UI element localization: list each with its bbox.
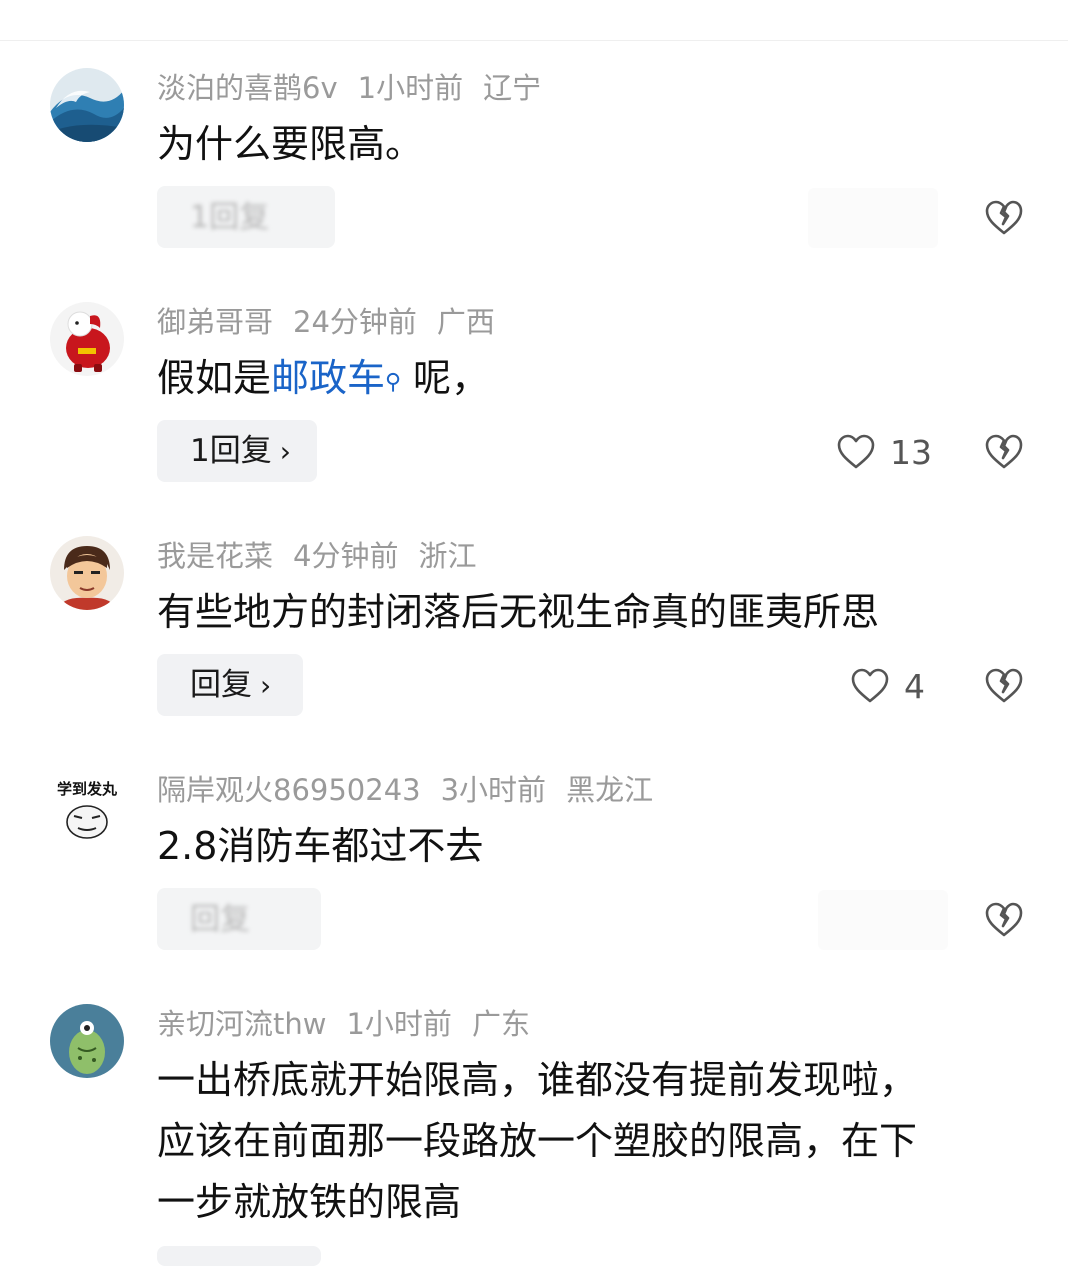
- topic-link[interactable]: 邮政车: [271, 356, 385, 400]
- region: 辽宁: [483, 71, 542, 105]
- reply-label: 1回复: [190, 433, 272, 469]
- dislike-button[interactable]: [984, 900, 1024, 940]
- like-button[interactable]: 4: [850, 661, 925, 711]
- like-button[interactable]: 13: [836, 427, 932, 477]
- comment-text-line: 一步就放铁的限高: [157, 1180, 462, 1224]
- avatar[interactable]: [50, 536, 124, 610]
- broken-heart-icon: [985, 200, 1023, 235]
- username[interactable]: 隔岸观火86950243: [157, 773, 421, 807]
- timestamp: 3小时前: [440, 773, 547, 807]
- heart-outline-icon: [851, 668, 889, 703]
- comment-text: 有些地方的封闭落后无视生命真的匪夷所思: [157, 590, 880, 634]
- like-count: 4: [904, 666, 925, 706]
- comment-meta: 亲切河流thw 1小时前 广东: [157, 1004, 550, 1044]
- heart-outline-icon: [837, 434, 875, 469]
- broken-heart-icon: [985, 902, 1023, 937]
- reply-label: 回复: [190, 902, 250, 937]
- region: 广西: [436, 305, 495, 339]
- avatar[interactable]: [50, 1004, 124, 1078]
- comment-text: 为什么要限高。: [157, 122, 424, 166]
- comment-meta: 淡泊的喜鹊6v 1小时前 辽宁: [157, 68, 561, 108]
- avatar[interactable]: 学到发丸: [50, 770, 124, 844]
- broken-heart-icon: [985, 434, 1023, 469]
- comment-text: 2.8消防车都过不去: [157, 824, 484, 868]
- text-segment: 呢，: [413, 356, 490, 400]
- hidden-like-area: [808, 188, 938, 248]
- avatar[interactable]: [50, 302, 124, 376]
- timestamp: 1小时前: [357, 71, 464, 105]
- reply-button[interactable]: 回复: [157, 888, 321, 950]
- timestamp: 1小时前: [346, 1007, 452, 1041]
- reply-button[interactable]: [157, 1246, 321, 1266]
- hidden-like-area: [818, 890, 948, 950]
- username[interactable]: 我是花菜: [157, 539, 273, 573]
- text-segment: 假如是: [157, 356, 272, 400]
- broken-heart-icon: [985, 668, 1023, 703]
- comment-text-line: 应该在前面那一段路放一个塑胶的限高，在下: [157, 1119, 918, 1163]
- username[interactable]: 亲切河流thw: [157, 1007, 326, 1041]
- like-count: 13: [890, 432, 932, 472]
- dislike-button[interactable]: [984, 198, 1024, 238]
- dislike-button[interactable]: [984, 666, 1024, 706]
- avatar[interactable]: [50, 68, 124, 142]
- comment-meta: 御弟哥哥 24分钟前 广西: [157, 302, 515, 342]
- region: 广东: [471, 1007, 530, 1041]
- avatar-caption: 学到发丸: [57, 780, 118, 798]
- timestamp: 24分钟前: [293, 305, 417, 339]
- comment-text: 假如是邮政车⚲ 呢，: [157, 348, 1017, 409]
- comment-meta: 隔岸观火86950243 3小时前 黑龙江: [157, 770, 673, 810]
- reply-button[interactable]: 1回复 ›: [157, 420, 317, 482]
- region: 浙江: [418, 539, 477, 573]
- username[interactable]: 御弟哥哥: [157, 305, 273, 339]
- reply-label: 1回复: [190, 200, 270, 235]
- comment-meta: 我是花菜 4分钟前 浙江: [157, 536, 496, 576]
- reply-button[interactable]: 回复 ›: [157, 654, 303, 716]
- reply-button[interactable]: 1回复: [157, 186, 335, 248]
- comment-text-line: 一出桥底就开始限高，谁都没有提前发现啦，: [157, 1058, 918, 1102]
- top-divider: [0, 40, 1068, 41]
- reply-label: 回复: [190, 667, 252, 703]
- chevron-right-icon: ›: [260, 669, 272, 702]
- chevron-right-icon: ›: [279, 435, 291, 468]
- comment-text: 一出桥底就开始限高，谁都没有提前发现啦， 应该在前面那一段路放一个塑胶的限高，在…: [157, 1050, 1017, 1233]
- username[interactable]: 淡泊的喜鹊6v: [157, 71, 338, 105]
- region: 黑龙江: [566, 773, 654, 807]
- dislike-button[interactable]: [984, 432, 1024, 472]
- timestamp: 4分钟前: [293, 539, 399, 573]
- search-icon[interactable]: ⚲: [385, 370, 401, 395]
